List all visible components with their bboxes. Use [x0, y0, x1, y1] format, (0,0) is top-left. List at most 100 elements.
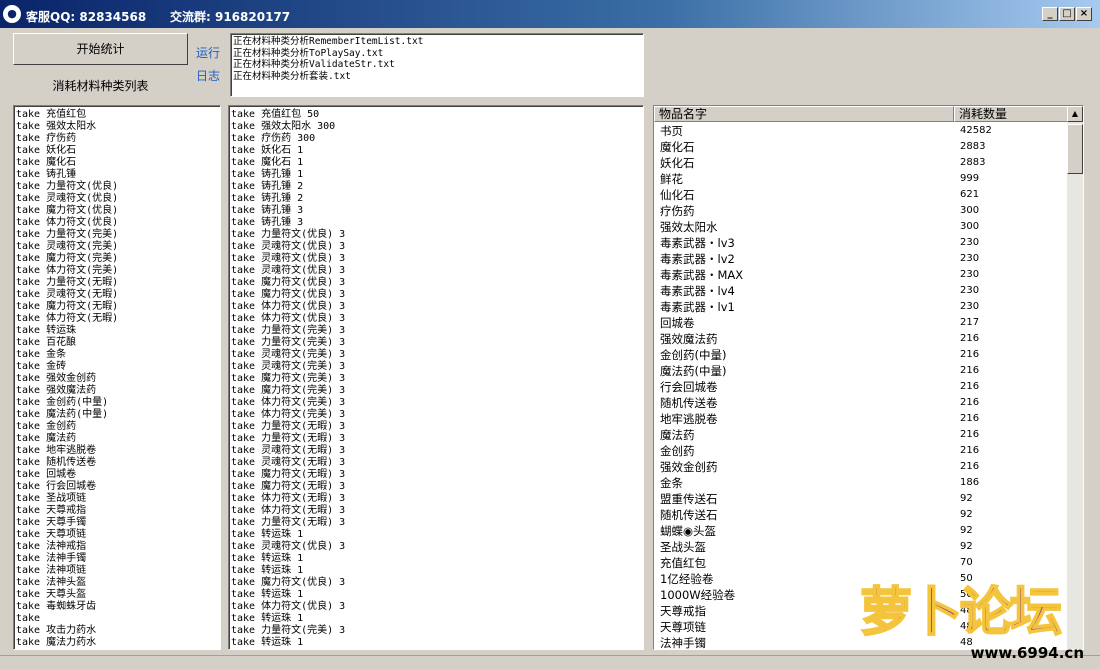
- material-list-line: take 力量符文(无暇): [16, 277, 119, 288]
- table-row[interactable]: 蝴蝶◉头盔 92: [654, 523, 1068, 539]
- quantity-list-line: take 转运珠 1: [231, 637, 304, 648]
- table-row[interactable]: 魔法药 216: [654, 427, 1068, 443]
- table-row[interactable]: 魔化石 2883: [654, 139, 1068, 155]
- item-name-cell: 魔法药(中量): [660, 364, 727, 378]
- quantity-list-line: take 铸孔锤 2: [231, 181, 304, 192]
- table-row[interactable]: 盟重传送石 92: [654, 491, 1068, 507]
- material-list-line: take 充值红包: [16, 109, 87, 120]
- quantity-list-line: take 体力符文(完美) 3: [231, 397, 346, 408]
- quantity-cell: 999: [960, 173, 980, 184]
- material-list-line: take 金砖: [16, 361, 67, 372]
- quantity-cell: 216: [960, 365, 980, 376]
- material-list-line: take 随机传送卷: [16, 457, 97, 468]
- quantity-list-line: take 灵魂符文(优良) 3: [231, 253, 346, 264]
- material-list-line: take 灵魂符文(无暇): [16, 289, 119, 300]
- quantity-cell: 92: [960, 541, 973, 552]
- material-list-line: take 铸孔锤: [16, 169, 77, 180]
- item-name-cell: 圣战头盔: [660, 540, 706, 554]
- table-row[interactable]: 圣战头盔 92: [654, 539, 1068, 555]
- quantity-list-line: take 转运珠 1: [231, 553, 304, 564]
- table-row[interactable]: 行会回城卷 216: [654, 379, 1068, 395]
- scrollbar-thumb[interactable]: [1067, 124, 1083, 174]
- table-row[interactable]: 金创药 216: [654, 443, 1068, 459]
- table-scrollbar[interactable]: ▲: [1067, 106, 1083, 649]
- material-list-line: take 魔力符文(完美): [16, 253, 119, 264]
- table-row[interactable]: 随机传送卷 216: [654, 395, 1068, 411]
- material-list-line: take 回城卷: [16, 469, 77, 480]
- column-header-item-name[interactable]: 物品名字: [654, 106, 954, 122]
- table-row[interactable]: 毒素武器・lv2 230: [654, 251, 1068, 267]
- column-header-quantity[interactable]: 消耗数量: [954, 106, 1068, 122]
- material-list-line: take 强效太阳水: [16, 121, 97, 132]
- material-list-line: take 魔化石: [16, 157, 77, 168]
- table-row[interactable]: 书页 42582: [654, 123, 1068, 139]
- quantity-cell: 92: [960, 525, 973, 536]
- quantity-list-line: take 力量符文(完美) 3: [231, 325, 346, 336]
- table-row[interactable]: 回城卷 217: [654, 315, 1068, 331]
- quantity-cell: 92: [960, 493, 973, 504]
- table-row[interactable]: 随机传送石 92: [654, 507, 1068, 523]
- item-name-cell: 妖化石: [660, 156, 695, 170]
- quantity-cell: 216: [960, 413, 980, 424]
- minimize-button[interactable]: _: [1042, 7, 1058, 21]
- table-row[interactable]: 疗伤药 300: [654, 203, 1068, 219]
- quantity-cell: 300: [960, 205, 980, 216]
- table-row[interactable]: 毒素武器・MAX 230: [654, 267, 1068, 283]
- item-name-cell: 金创药: [660, 444, 695, 458]
- material-list-line: take 天尊头盔: [16, 589, 87, 600]
- close-button[interactable]: ×: [1076, 7, 1092, 21]
- quantity-cell: 216: [960, 461, 980, 472]
- quantity-list-line: take 魔力符文(无暇) 3: [231, 481, 346, 492]
- consumption-table[interactable]: 物品名字 消耗数量 书页 42582 魔化石 2883 妖化石 2883 鲜花 999 仙化石 6…: [653, 105, 1084, 650]
- log-line: 正在材料种类分析RememberItemList.txt: [233, 36, 424, 47]
- log-link[interactable]: 日志: [196, 65, 224, 88]
- app-logo-icon: ●: [3, 5, 21, 23]
- quantity-list-line: take 疗伤药 300: [231, 133, 316, 144]
- quantity-list-line: take 力量符文(优良) 3: [231, 229, 346, 240]
- table-row[interactable]: 妖化石 2883: [654, 155, 1068, 171]
- support-qq-label: 客服QQ: 82834568: [26, 10, 147, 24]
- quantity-list-textbox[interactable]: take 充值红包 50 take 强效太阳水 300 take 疗伤药 300 ta…: [228, 105, 644, 650]
- material-list-line: take 圣战项链: [16, 493, 87, 504]
- material-list-line: take 体力符文(优良): [16, 217, 119, 228]
- table-row[interactable]: 魔法药(中量) 216: [654, 363, 1068, 379]
- table-row[interactable]: 强效太阳水 300: [654, 219, 1068, 235]
- material-list-line: take 攻击力药水: [16, 625, 97, 636]
- quantity-cell: 2883: [960, 141, 986, 152]
- item-name-cell: 仙化石: [660, 188, 695, 202]
- log-textbox[interactable]: 正在材料种类分析RememberItemList.txt 正在材料种类分析ToPl…: [230, 33, 644, 97]
- table-row[interactable]: 强效金创药 216: [654, 459, 1068, 475]
- quantity-list-line: take 体力符文(无暇) 3: [231, 505, 346, 516]
- table-row[interactable]: 毒素武器・lv1 230: [654, 299, 1068, 315]
- group-label: 交流群: 916820177: [170, 10, 291, 24]
- quantity-list-line: take 力量符文(完美) 3: [231, 337, 346, 348]
- material-list-line: take 魔法药(中量): [16, 409, 109, 420]
- run-link[interactable]: 运行: [196, 42, 224, 65]
- table-row[interactable]: 毒素武器・lv4 230: [654, 283, 1068, 299]
- quantity-cell: 621: [960, 189, 980, 200]
- quantity-cell: 216: [960, 397, 980, 408]
- scroll-up-arrow-icon[interactable]: ▲: [1067, 106, 1083, 122]
- table-row[interactable]: 鲜花 999: [654, 171, 1068, 187]
- maximize-button[interactable]: □: [1059, 7, 1075, 21]
- table-row[interactable]: 金创药(中量) 216: [654, 347, 1068, 363]
- material-list-line: take 力量符文(完美): [16, 229, 119, 240]
- table-row[interactable]: 毒素武器・lv3 230: [654, 235, 1068, 251]
- material-list-textbox[interactable]: take 充值红包 take 强效太阳水 take 疗伤药 take 妖化石 take …: [13, 105, 221, 650]
- table-row[interactable]: 充值红包 70: [654, 555, 1068, 571]
- item-name-cell: 疗伤药: [660, 204, 695, 218]
- table-header: 物品名字 消耗数量: [654, 106, 1068, 122]
- table-row[interactable]: 金条 186: [654, 475, 1068, 491]
- quantity-cell: 42582: [960, 125, 992, 136]
- quantity-list-line: take 强效太阳水 300: [231, 121, 336, 132]
- table-row[interactable]: 仙化石 621: [654, 187, 1068, 203]
- material-list-line: take 天尊戒指: [16, 505, 87, 516]
- item-name-cell: 金创药(中量): [660, 348, 727, 362]
- run-log-links: 运行 日志: [196, 42, 224, 88]
- start-stats-button[interactable]: 开始统计: [13, 33, 188, 65]
- table-row[interactable]: 强效魔法药 216: [654, 331, 1068, 347]
- material-list-line: take 金创药(中量): [16, 397, 109, 408]
- quantity-cell: 216: [960, 381, 980, 392]
- table-row[interactable]: 地牢逃脱卷 216: [654, 411, 1068, 427]
- log-line: 正在材料种类分析套装.txt: [233, 70, 351, 82]
